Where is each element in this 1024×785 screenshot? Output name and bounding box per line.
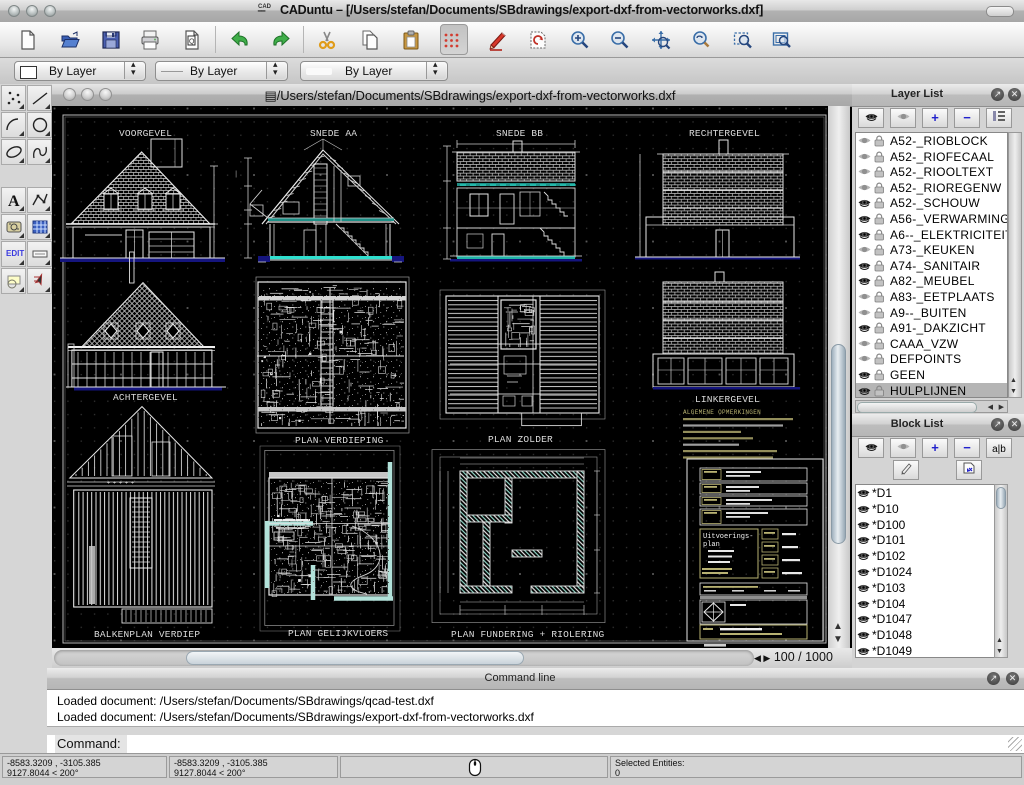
svg-text:|: | bbox=[234, 171, 238, 179]
svg-text:A: A bbox=[8, 193, 20, 210]
svg-text:PLAN FUNDERING + RIOLERING: PLAN FUNDERING + RIOLERING bbox=[451, 629, 605, 640]
svg-text:PLAN GELIJKVLOERS: PLAN GELIJKVLOERS bbox=[288, 628, 388, 639]
svg-text:EDIT: EDIT bbox=[6, 249, 24, 258]
svg-text:RECHTERGEVEL: RECHTERGEVEL bbox=[689, 128, 760, 139]
svg-text:BALKENPLAN VERDIEP: BALKENPLAN VERDIEP bbox=[94, 629, 200, 640]
svg-text:+ + + + +: + + + + + bbox=[107, 481, 134, 487]
svg-text:SNEDE BB: SNEDE BB bbox=[496, 128, 543, 139]
svg-text:Uitvoerings-: Uitvoerings- bbox=[703, 533, 753, 541]
svg-text:plan: plan bbox=[703, 541, 720, 549]
svg-text:VOORGEVEL: VOORGEVEL bbox=[119, 128, 172, 139]
svg-text:LINKERGEVEL: LINKERGEVEL bbox=[695, 394, 760, 405]
svg-text:SNEDE AA: SNEDE AA bbox=[310, 128, 357, 139]
svg-text:ACHTERGEVEL: ACHTERGEVEL bbox=[113, 392, 178, 403]
svg-text:PLAN VERDIEPING: PLAN VERDIEPING bbox=[295, 435, 384, 446]
svg-text:ALGEMENE OPMERKINGEN: ALGEMENE OPMERKINGEN bbox=[683, 409, 761, 416]
svg-text:PLAN ZOLDER: PLAN ZOLDER bbox=[488, 434, 553, 445]
svg-text:Q: Q bbox=[189, 39, 195, 46]
